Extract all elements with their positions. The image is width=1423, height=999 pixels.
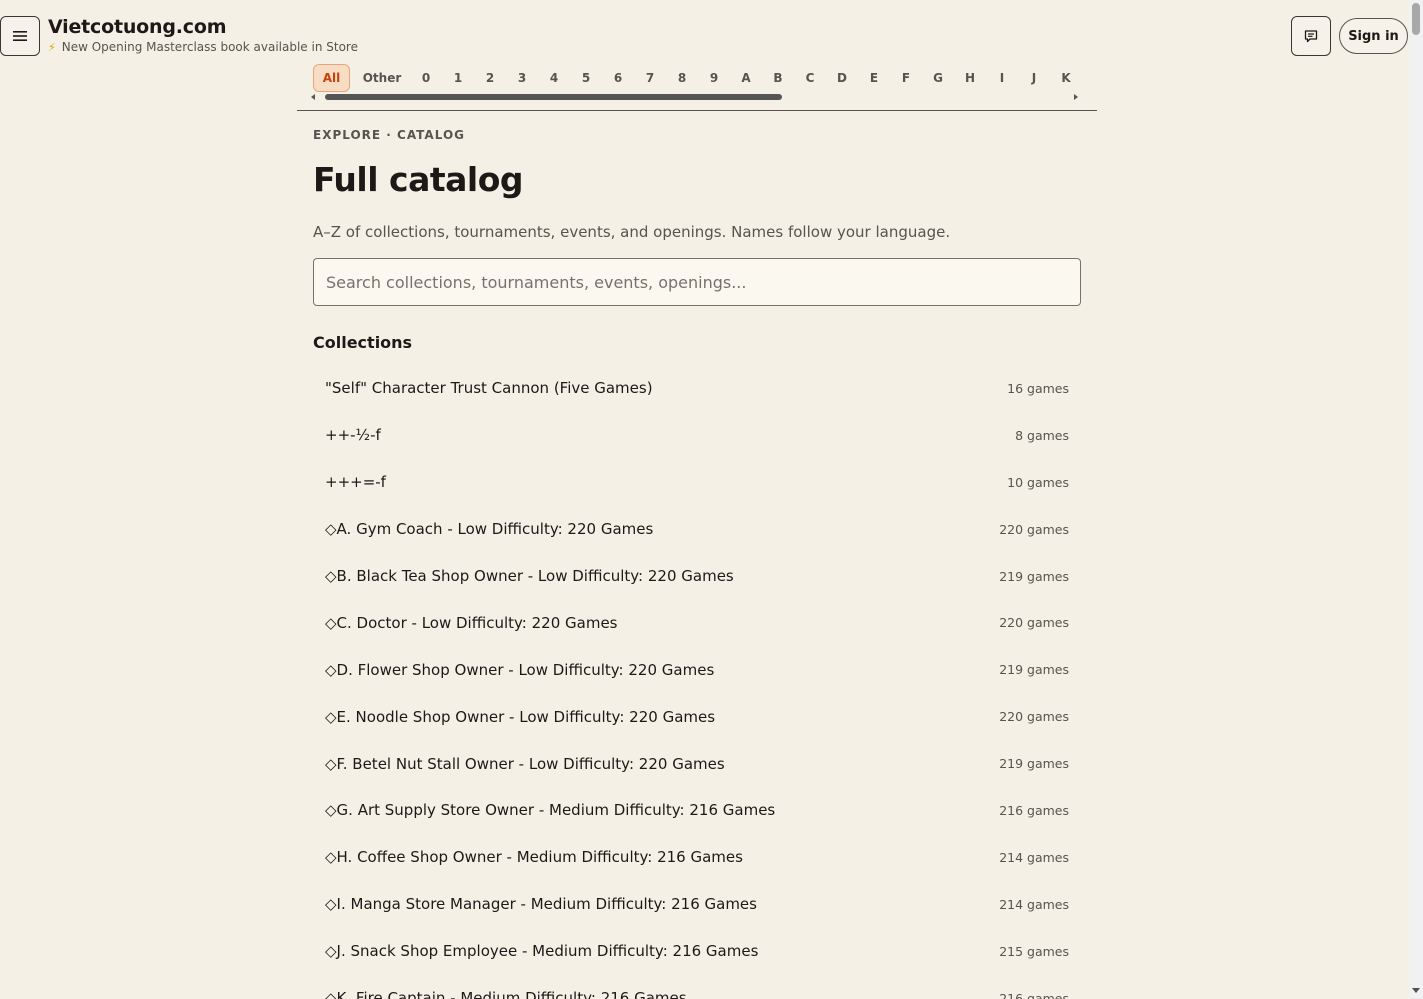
letter-filter-1[interactable]: 1 — [442, 64, 474, 92]
page: Vietcotuong.com ⚡ New Opening Masterclas… — [0, 0, 1409, 999]
hamburger-icon — [13, 31, 27, 41]
list-item[interactable]: ◇J. Snack Shop Employee - Medium Difficu… — [313, 928, 1081, 975]
letter-filter-0[interactable]: 0 — [410, 64, 442, 92]
item-name: ◇A. Gym Coach - Low Difficulty: 220 Game… — [325, 520, 654, 539]
item-count: 220 games — [999, 521, 1069, 537]
item-name: ◇B. Black Tea Shop Owner - Low Difficult… — [325, 567, 734, 585]
list-item[interactable]: ++-½-f 8 games — [313, 412, 1081, 459]
brand-title[interactable]: Vietcotuong.com — [48, 16, 358, 38]
item-name: ◇J. Snack Shop Employee - Medium Difficu… — [325, 942, 759, 961]
promo-text: New Opening Masterclass book available i… — [61, 40, 358, 54]
item-name: ++-½-f — [325, 426, 381, 445]
letter-filter-j[interactable]: J — [1018, 64, 1050, 92]
list-item[interactable]: ◇I. Manga Store Manager - Medium Difficu… — [313, 881, 1081, 928]
item-count: 216 games — [999, 802, 1069, 818]
letter-filter-list: All Other 0 1 2 3 4 5 6 7 8 9 A B C D E … — [313, 64, 1082, 92]
page-scrollbar-thumb[interactable] — [1412, 3, 1420, 35]
page-subtitle: A–Z of collections, tournaments, events,… — [313, 223, 951, 241]
letter-filter-a[interactable]: A — [730, 64, 762, 92]
item-name: "Self" Character Trust Cannon (Five Game… — [325, 379, 653, 398]
letter-filter-g[interactable]: G — [922, 64, 954, 92]
letter-filter-k[interactable]: K — [1050, 64, 1082, 92]
item-count: 220 games — [999, 615, 1069, 631]
list-item[interactable]: ◇F. Betel Nut Stall Owner - Low Difficul… — [313, 740, 1081, 787]
item-count: 219 games — [999, 662, 1069, 678]
chat-icon — [1304, 30, 1318, 43]
letter-filter-3[interactable]: 3 — [506, 64, 538, 92]
scroll-left-arrow-icon[interactable] — [311, 94, 315, 100]
list-item[interactable]: +++=-f 10 games — [313, 459, 1081, 506]
list-item[interactable]: ◇B. Black Tea Shop Owner - Low Difficult… — [313, 553, 1081, 600]
letter-filter-d[interactable]: D — [826, 64, 858, 92]
item-name: ◇K. Fire Captain - Medium Difficulty: 21… — [325, 989, 687, 999]
letter-filter-scrollbar[interactable] — [311, 94, 1081, 100]
letter-filter-5[interactable]: 5 — [570, 64, 602, 92]
lightning-icon: ⚡ — [48, 40, 56, 54]
scroll-right-arrow-icon[interactable] — [1074, 94, 1078, 100]
item-count: 16 games — [1007, 380, 1069, 396]
letter-filter-8[interactable]: 8 — [666, 64, 698, 92]
menu-button[interactable] — [0, 16, 40, 56]
list-item[interactable]: ◇H. Coffee Shop Owner - Medium Difficult… — [313, 834, 1081, 881]
list-item[interactable]: ◇G. Art Supply Store Owner - Medium Diff… — [313, 787, 1081, 834]
letter-filter-all[interactable]: All — [313, 64, 350, 92]
collections-heading: Collections — [313, 333, 413, 352]
item-count: 219 games — [999, 568, 1069, 584]
item-name: ◇C. Doctor - Low Difficulty: 220 Games — [325, 613, 618, 632]
list-item[interactable]: "Self" Character Trust Cannon (Five Game… — [313, 365, 1081, 412]
chat-button[interactable] — [1291, 16, 1331, 56]
item-name: ◇D. Flower Shop Owner - Low Difficulty: … — [325, 660, 715, 679]
letter-filter-6[interactable]: 6 — [602, 64, 634, 92]
letter-filter-i[interactable]: I — [986, 64, 1018, 92]
collections-list: "Self" Character Trust Cannon (Five Game… — [313, 365, 1081, 999]
item-count: 8 games — [1015, 427, 1069, 443]
scroll-down-arrow-icon[interactable] — [1412, 988, 1420, 993]
list-item[interactable]: ◇E. Noodle Shop Owner - Low Difficulty: … — [313, 693, 1081, 740]
item-name: ◇H. Coffee Shop Owner - Medium Difficult… — [325, 848, 743, 867]
letter-filter-b[interactable]: B — [762, 64, 794, 92]
breadcrumb: EXPLORE · CATALOG — [313, 128, 465, 142]
page-scrollbar[interactable] — [1409, 0, 1423, 999]
brand: Vietcotuong.com ⚡ New Opening Masterclas… — [48, 16, 358, 54]
item-count: 220 games — [999, 709, 1069, 725]
item-name: ◇E. Noodle Shop Owner - Low Difficulty: … — [325, 707, 716, 726]
page-title: Full catalog — [313, 160, 523, 199]
item-name: ◇F. Betel Nut Stall Owner - Low Difficul… — [325, 754, 725, 773]
search-input[interactable] — [313, 258, 1081, 306]
letter-filter-7[interactable]: 7 — [634, 64, 666, 92]
list-item[interactable]: ◇A. Gym Coach - Low Difficulty: 220 Game… — [313, 506, 1081, 553]
main-content: EXPLORE · CATALOG Full catalog A–Z of co… — [313, 128, 1081, 999]
item-name: +++=-f — [325, 473, 386, 492]
letter-filter-e[interactable]: E — [858, 64, 890, 92]
letter-filter-9[interactable]: 9 — [698, 64, 730, 92]
letter-filter-c[interactable]: C — [794, 64, 826, 92]
item-count: 216 games — [999, 990, 1069, 999]
item-count: 10 games — [1007, 474, 1069, 490]
letter-filter-bar: All Other 0 1 2 3 4 5 6 7 8 9 A B C D E … — [297, 62, 1097, 111]
letter-filter-h[interactable]: H — [954, 64, 986, 92]
scrollbar-thumb[interactable] — [325, 94, 782, 100]
list-item[interactable]: ◇C. Doctor - Low Difficulty: 220 Games 2… — [313, 599, 1081, 646]
list-item[interactable]: ◇K. Fire Captain - Medium Difficulty: 21… — [313, 975, 1081, 999]
letter-filter-other[interactable]: Other — [354, 64, 410, 92]
promo-banner[interactable]: ⚡ New Opening Masterclass book available… — [48, 40, 358, 54]
sign-in-button[interactable]: Sign in — [1339, 18, 1408, 54]
item-count: 214 games — [999, 896, 1069, 912]
list-item[interactable]: ◇D. Flower Shop Owner - Low Difficulty: … — [313, 646, 1081, 693]
item-name: ◇I. Manga Store Manager - Medium Difficu… — [325, 895, 757, 914]
item-name: ◇G. Art Supply Store Owner - Medium Diff… — [325, 801, 776, 820]
item-count: 214 games — [999, 849, 1069, 865]
letter-filter-f[interactable]: F — [890, 64, 922, 92]
item-count: 215 games — [999, 943, 1069, 959]
letter-filter-2[interactable]: 2 — [474, 64, 506, 92]
letter-filter-4[interactable]: 4 — [538, 64, 570, 92]
item-count: 219 games — [999, 756, 1069, 772]
